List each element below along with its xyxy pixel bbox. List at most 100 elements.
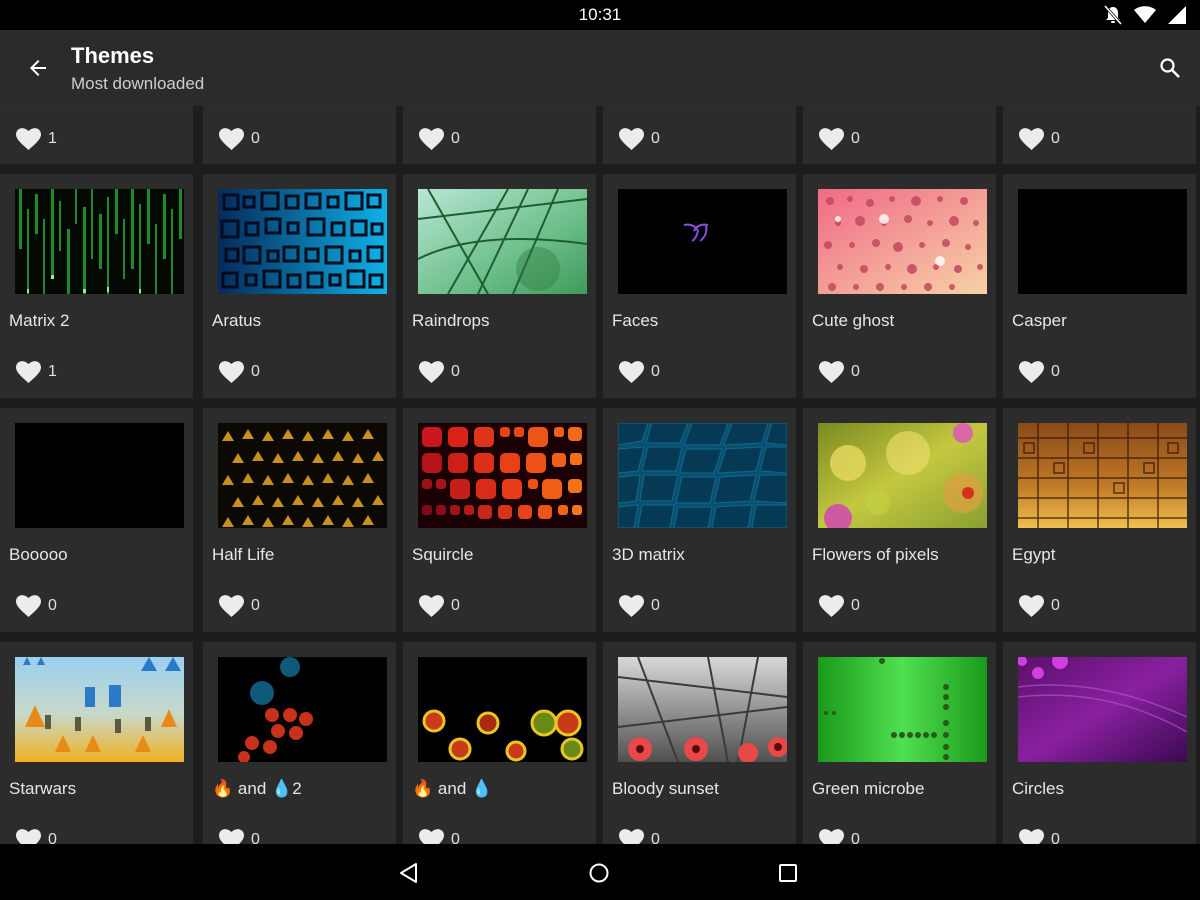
theme-title: Booooo — [9, 545, 68, 564]
title-word: and — [237, 779, 267, 798]
likes[interactable]: 0 — [16, 828, 57, 844]
theme-card-raindrops[interactable]: Raindrops 0 — [403, 174, 596, 398]
theme-title: Egypt — [1012, 545, 1056, 564]
themes-grid: 1 0 0 0 0 0 Matrix 2 1 Aratus 0 Raindrop… — [0, 106, 1200, 844]
theme-thumbnail — [218, 189, 387, 294]
theme-card-3d-matrix[interactable]: 3D matrix 0 — [603, 408, 796, 632]
likes[interactable]: 0 — [619, 828, 660, 844]
likes[interactable]: 0 — [819, 127, 860, 151]
theme-card-aratus[interactable]: Aratus 0 — [203, 174, 396, 398]
heart-icon — [619, 595, 644, 617]
heart-icon — [1019, 595, 1044, 617]
likes[interactable]: 0 — [419, 127, 460, 151]
likes[interactable]: 0 — [219, 594, 260, 618]
theme-thumbnail — [15, 423, 184, 528]
like-count: 1 — [48, 130, 57, 147]
theme-card-half-life[interactable]: Half Life 0 — [203, 408, 396, 632]
heart-icon — [219, 595, 244, 617]
theme-card-flowers-of-pixels[interactable]: Flowers of pixels 0 — [803, 408, 996, 632]
search-button[interactable] — [1154, 52, 1186, 84]
likes[interactable]: 1 — [16, 360, 57, 384]
theme-title: Squircle — [412, 545, 474, 564]
heart-icon — [16, 361, 41, 383]
likes[interactable]: 0 — [1019, 828, 1060, 844]
heart-icon — [619, 361, 644, 383]
theme-title: Raindrops — [412, 311, 490, 330]
theme-card-cute-ghost[interactable]: Cute ghost 0 — [803, 174, 996, 398]
theme-card-faces[interactable]: Faces 0 — [603, 174, 796, 398]
theme-title: Aratus — [212, 311, 262, 330]
theme-card-partial[interactable]: 0 — [203, 106, 396, 164]
likes[interactable]: 0 — [419, 360, 460, 384]
heart-icon — [219, 829, 244, 844]
likes[interactable]: 0 — [1019, 360, 1060, 384]
theme-card-partial[interactable]: 0 — [803, 106, 996, 164]
theme-card-partial[interactable]: 0 — [403, 106, 596, 164]
theme-card-squircle[interactable]: Squircle 0 — [403, 408, 596, 632]
theme-card-partial[interactable]: 0 — [1003, 106, 1196, 164]
theme-card-starwars[interactable]: Starwars 0 — [0, 642, 193, 844]
theme-card-fire-and-water-2[interactable]: 🔥 and 💧2 0 — [203, 642, 396, 844]
heart-icon — [16, 829, 41, 844]
nav-recents-button[interactable] — [773, 858, 803, 888]
theme-thumbnail — [218, 423, 387, 528]
heart-icon — [1019, 361, 1044, 383]
theme-card-partial[interactable]: 1 — [0, 106, 193, 164]
likes[interactable]: 0 — [619, 360, 660, 384]
title-word: and — [437, 779, 467, 798]
theme-thumbnail — [418, 423, 587, 528]
likes[interactable]: 0 — [1019, 127, 1060, 151]
theme-card-casper[interactable]: Casper 0 — [1003, 174, 1196, 398]
likes[interactable]: 0 — [419, 594, 460, 618]
likes[interactable]: 0 — [1019, 594, 1060, 618]
signal-icon — [1168, 6, 1186, 24]
heart-icon — [1019, 829, 1044, 844]
heart-icon — [219, 361, 244, 383]
likes[interactable]: 1 — [16, 127, 57, 151]
likes[interactable]: 0 — [619, 594, 660, 618]
heart-icon — [1019, 128, 1044, 150]
theme-card-egypt[interactable]: Egypt 0 — [1003, 408, 1196, 632]
theme-card-green-microbe[interactable]: Green microbe 0 — [803, 642, 996, 844]
like-count: 0 — [651, 597, 660, 614]
theme-title: Matrix 2 — [9, 311, 70, 330]
theme-title: Flowers of pixels — [812, 545, 939, 564]
theme-card-fire-and-water[interactable]: 🔥 and 💧 0 — [403, 642, 596, 844]
like-count: 0 — [851, 597, 860, 614]
nav-home-button[interactable] — [584, 858, 614, 888]
page-subtitle: Most downloaded — [71, 74, 205, 93]
likes[interactable]: 0 — [819, 828, 860, 844]
theme-card-circles[interactable]: Circles 0 — [1003, 642, 1196, 844]
likes[interactable]: 0 — [619, 127, 660, 151]
theme-title: 🔥 and 💧 — [412, 779, 492, 799]
like-count: 1 — [48, 363, 57, 380]
system-nav-bar — [0, 844, 1200, 900]
recents-square-icon — [779, 864, 797, 882]
likes[interactable]: 0 — [419, 828, 460, 844]
likes[interactable]: 0 — [819, 360, 860, 384]
likes[interactable]: 0 — [819, 594, 860, 618]
likes[interactable]: 0 — [219, 360, 260, 384]
likes[interactable]: 0 — [219, 127, 260, 151]
likes[interactable]: 0 — [219, 828, 260, 844]
nav-back-button[interactable] — [394, 858, 424, 888]
theme-card-matrix-2[interactable]: Matrix 2 1 — [0, 174, 193, 398]
heart-icon — [219, 128, 244, 150]
heart-icon — [619, 829, 644, 844]
heart-icon — [819, 128, 844, 150]
theme-title: 🔥 and 💧2 — [212, 779, 302, 799]
theme-thumbnail — [618, 423, 787, 528]
like-count: 0 — [251, 130, 260, 147]
theme-title: Bloody sunset — [612, 779, 719, 798]
theme-thumbnail — [618, 657, 787, 762]
theme-card-booooo[interactable]: Booooo 0 — [0, 408, 193, 632]
theme-card-bloody-sunset[interactable]: Bloody sunset 0 — [603, 642, 796, 844]
theme-card-partial[interactable]: 0 — [603, 106, 796, 164]
wifi-icon — [1134, 6, 1156, 23]
search-icon — [1160, 58, 1180, 78]
like-count: 0 — [1051, 597, 1060, 614]
heart-icon — [16, 595, 41, 617]
likes[interactable]: 0 — [16, 594, 57, 618]
like-count: 0 — [1051, 363, 1060, 380]
back-button[interactable] — [22, 52, 54, 84]
